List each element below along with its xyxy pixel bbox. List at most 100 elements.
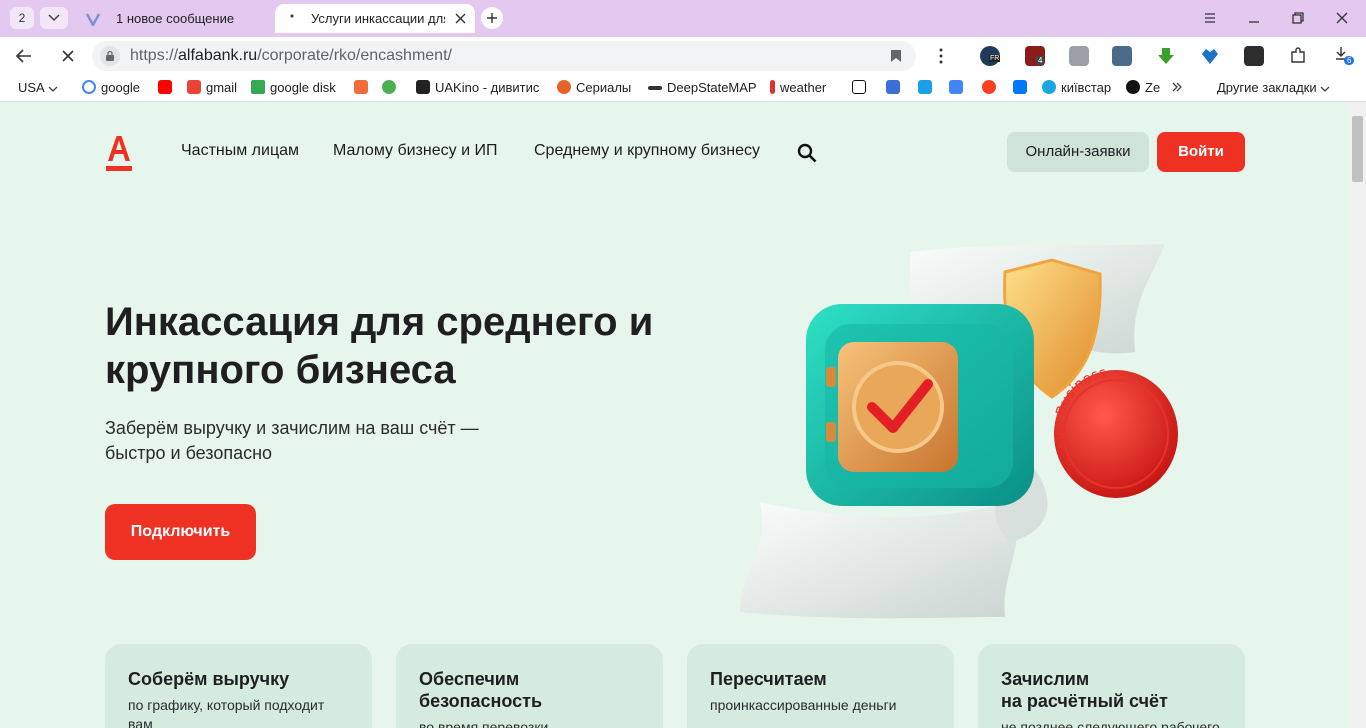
url-text: https://alfabank.ru/corporate/rko/encash… [130, 47, 452, 64]
nav-individuals[interactable]: Частным лицам [181, 142, 299, 160]
youtube-icon [158, 80, 172, 94]
chevron-down-icon [1320, 86, 1330, 92]
bookmark-k[interactable] [886, 75, 905, 101]
bookmark-gmail[interactable]: gmail [187, 75, 237, 101]
card-description: во время перевозки [419, 719, 549, 728]
card-description: проинкассированные деньги [710, 697, 897, 713]
p-icon [918, 80, 932, 94]
tab-counter[interactable]: 2 [10, 7, 34, 29]
bookmark-p[interactable] [918, 75, 937, 101]
deepstate-icon [648, 86, 662, 90]
loading-icon [290, 14, 294, 18]
search-icon[interactable] [797, 143, 817, 163]
hero-title: Инкассация для среднего и крупного бизне… [105, 300, 654, 392]
double-chevron-right-icon [1172, 82, 1182, 92]
new-tab-button[interactable] [481, 7, 503, 29]
thermometer-icon [770, 80, 775, 94]
page-scrollbar[interactable] [1349, 102, 1366, 728]
gmail-icon [187, 80, 201, 94]
page-content: Частным лицам Малому бизнесу и ИП Средне… [0, 102, 1366, 728]
card-title: Обеспечим безопасность [419, 669, 543, 711]
card-title: Пересчитаем [710, 669, 827, 689]
globe-flag-extension-icon[interactable]: FR [980, 46, 1001, 66]
briefcase-extension-icon[interactable] [1069, 46, 1089, 66]
google-drive-icon [251, 80, 265, 94]
back-arrow-icon[interactable] [15, 47, 33, 65]
bookmark-ze[interactable]: Ze [1126, 75, 1160, 101]
bookmark-f[interactable] [354, 75, 373, 101]
puzzle-star-icon [382, 80, 396, 94]
other-bookmarks[interactable]: Другие закладки [1217, 75, 1330, 101]
card-description: не позднее следующего рабочего [1001, 719, 1220, 728]
card-title: Соберём выручку [128, 669, 290, 689]
bookmarks-overflow[interactable] [1172, 75, 1182, 101]
card-title: Зачислим на расчётный счёт [1001, 669, 1168, 711]
card-description: по графику, который подходит вам [128, 697, 325, 728]
vk-icon [1013, 80, 1027, 94]
bookmark-icon[interactable] [890, 49, 902, 63]
more-vertical-icon[interactable] [932, 47, 950, 65]
bookmark-translate[interactable] [949, 75, 968, 101]
bookmark-uakino[interactable]: UAKino - дивитис [416, 75, 539, 101]
chevron-down-icon [48, 14, 60, 22]
yandex-icon [982, 80, 996, 94]
stop-loading-icon[interactable] [59, 47, 77, 65]
menu-icon[interactable] [1202, 10, 1218, 26]
window-close-icon[interactable] [1334, 10, 1350, 26]
bookmark-vk[interactable] [1013, 75, 1032, 101]
ublock-extension-icon[interactable]: 4 [1025, 46, 1045, 66]
bookmark-weather[interactable]: weather [770, 75, 826, 101]
feature-card-collect: Соберём выручку по графику, который подх… [105, 644, 372, 728]
feature-card-security: Обеспечим безопасность во время перевозк… [396, 644, 663, 728]
login-button[interactable]: Войти [1157, 132, 1245, 172]
kyivstar-icon [1042, 80, 1056, 94]
bookmark-folder-usa[interactable]: USA [18, 75, 58, 101]
hero-subtitle: Заберём выручку и зачислим на ваш счёт —… [105, 418, 479, 463]
restore-icon[interactable] [1290, 10, 1306, 26]
bookmark-youtube[interactable] [158, 75, 177, 101]
tab-messages[interactable]: 1 новое сообщение [76, 4, 266, 33]
nav-corporate[interactable]: Среднему и крупному бизнесу [534, 142, 760, 160]
downloads-icon[interactable]: 6 [1334, 46, 1355, 66]
close-icon[interactable] [454, 12, 467, 25]
media-extension-icon[interactable] [1112, 46, 1132, 66]
feature-card-deposit: Зачислим на расчётный счёт не позднее сл… [978, 644, 1245, 728]
bookmark-google[interactable]: google [82, 75, 140, 101]
tab-title: Услуги инкассации для [311, 11, 445, 26]
hero-safe-illustration: Alfa Business [740, 244, 1178, 619]
nav-small-business[interactable]: Малому бизнесу и ИП [333, 142, 497, 160]
online-applications-button[interactable]: Онлайн-заявки [1007, 132, 1149, 172]
terminal-extension-icon[interactable] [1244, 46, 1264, 66]
tab-list-button[interactable] [40, 7, 68, 29]
bookmark-yandex[interactable] [982, 75, 1001, 101]
scrollbar-thumb[interactable] [1352, 116, 1363, 182]
alfa-logo-icon[interactable] [105, 134, 133, 172]
heart-extension-icon[interactable] [1200, 46, 1220, 66]
translate-icon [949, 80, 963, 94]
plus-icon [487, 13, 497, 23]
lock-icon[interactable] [100, 46, 120, 66]
browser-tab-bar: 2 1 новое сообщение Услуги инкассации дл… [0, 0, 1366, 37]
extensions-puzzle-icon[interactable] [1288, 46, 1308, 66]
feature-card-count: Пересчитаем проинкассированные деньги [687, 644, 954, 728]
chevron-down-icon [48, 86, 58, 92]
download-arrow-extension-icon[interactable] [1156, 46, 1176, 66]
uakino-icon [416, 80, 430, 94]
bookmark-puzzle[interactable] [382, 75, 401, 101]
tab-encashment[interactable]: Услуги инкассации для [275, 4, 475, 33]
z-icon [1126, 80, 1140, 94]
bookmark-bc[interactable] [852, 75, 871, 101]
minimize-icon[interactable] [1246, 10, 1262, 26]
bookmark-deepstatemap[interactable]: DeepStateMAP [648, 75, 757, 101]
connect-button[interactable]: Подключить [105, 504, 256, 560]
bookmark-google-disk[interactable]: google disk [251, 75, 336, 101]
bc-icon [852, 80, 866, 94]
url-field[interactable]: https://alfabank.ru/corporate/rko/encash… [92, 41, 916, 71]
bookmark-kyivstar[interactable]: київстар [1042, 75, 1111, 101]
bookmarks-bar: USA google gmail google disk UAKino - ди… [0, 75, 1366, 102]
google-icon [82, 80, 96, 94]
bookmark-serialy[interactable]: Сериалы [557, 75, 631, 101]
address-toolbar: https://alfabank.ru/corporate/rko/encash… [0, 37, 1366, 75]
k-icon [886, 80, 900, 94]
f-icon [354, 80, 368, 94]
